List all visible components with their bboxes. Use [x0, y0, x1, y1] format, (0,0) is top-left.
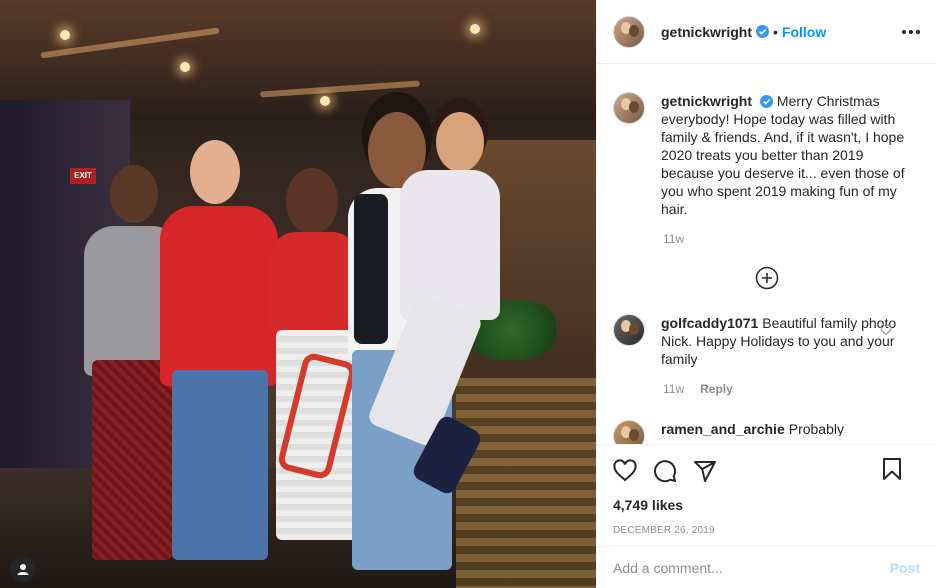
- caption: getnickwright Merry Christmas everybody!…: [613, 64, 920, 218]
- ceiling-light: [470, 24, 480, 34]
- load-more-comments-icon[interactable]: [755, 266, 779, 290]
- caption-meta: 11w: [663, 232, 920, 246]
- comment-text-block: ramen_and_archie Probably: [661, 420, 913, 436]
- comment-icon[interactable]: [653, 459, 677, 483]
- comment-item: ramen_and_archie Probably: [613, 396, 920, 444]
- comments-section[interactable]: getnickwright Merry Christmas everybody!…: [597, 64, 936, 444]
- staircase: [456, 378, 596, 588]
- ceiling-light: [60, 30, 70, 40]
- exit-sign: EXIT: [70, 168, 96, 184]
- add-comment-input[interactable]: Add a comment...: [613, 560, 723, 576]
- post-photo[interactable]: EXIT: [0, 0, 596, 588]
- ceiling-light: [180, 62, 190, 72]
- more-options-icon[interactable]: [902, 22, 920, 42]
- caption-author-avatar[interactable]: [613, 92, 645, 124]
- post-header: getnickwright • Follow: [597, 0, 936, 64]
- commenter-avatar[interactable]: [613, 314, 645, 346]
- commenter-username[interactable]: ramen_and_archie: [661, 421, 785, 436]
- profile-badge-icon[interactable]: [10, 556, 36, 582]
- author-username[interactable]: getnickwright: [661, 24, 752, 40]
- likes-count[interactable]: 4,749 likes: [613, 497, 920, 513]
- share-icon[interactable]: [693, 459, 717, 483]
- caption-text-block: getnickwright Merry Christmas everybody!…: [661, 92, 913, 218]
- caption-username[interactable]: getnickwright: [661, 93, 752, 109]
- commenter-username[interactable]: golfcaddy1071: [661, 315, 758, 331]
- caption-time[interactable]: 11w: [663, 232, 684, 246]
- commenter-avatar[interactable]: [613, 420, 645, 444]
- separator-dot: •: [773, 23, 778, 40]
- save-icon[interactable]: [880, 457, 904, 481]
- reply-button[interactable]: Reply: [700, 382, 733, 396]
- post-comment-button[interactable]: Post: [890, 560, 920, 576]
- comment-text: Probably: [788, 421, 844, 436]
- verified-badge-icon: [759, 95, 773, 108]
- verified-badge-icon: [756, 25, 770, 38]
- follow-button[interactable]: Follow: [782, 24, 826, 40]
- comment-meta: 11w Reply: [663, 382, 920, 396]
- post-date[interactable]: December 26, 2019: [613, 525, 920, 536]
- caption-text: Merry Christmas everybody! Hope today wa…: [661, 93, 905, 217]
- post-actions: 4,749 likes December 26, 2019: [597, 444, 936, 536]
- author-avatar[interactable]: [613, 15, 645, 48]
- user-silhouette-icon: [17, 564, 29, 575]
- comment-item: golfcaddy1071 Beautiful family photo Nick…: [613, 290, 920, 368]
- action-icons: [613, 457, 920, 485]
- like-icon[interactable]: [613, 459, 637, 483]
- ceiling-light: [320, 96, 330, 106]
- post-side-panel: getnickwright • Follow getnickwright Mer…: [596, 0, 936, 588]
- like-comment-icon[interactable]: [880, 324, 892, 336]
- add-comment-bar: Add a comment... Post: [597, 546, 936, 588]
- comment-text-block: golfcaddy1071 Beautiful family photo Nick…: [661, 314, 913, 368]
- comment-time[interactable]: 11w: [663, 382, 684, 396]
